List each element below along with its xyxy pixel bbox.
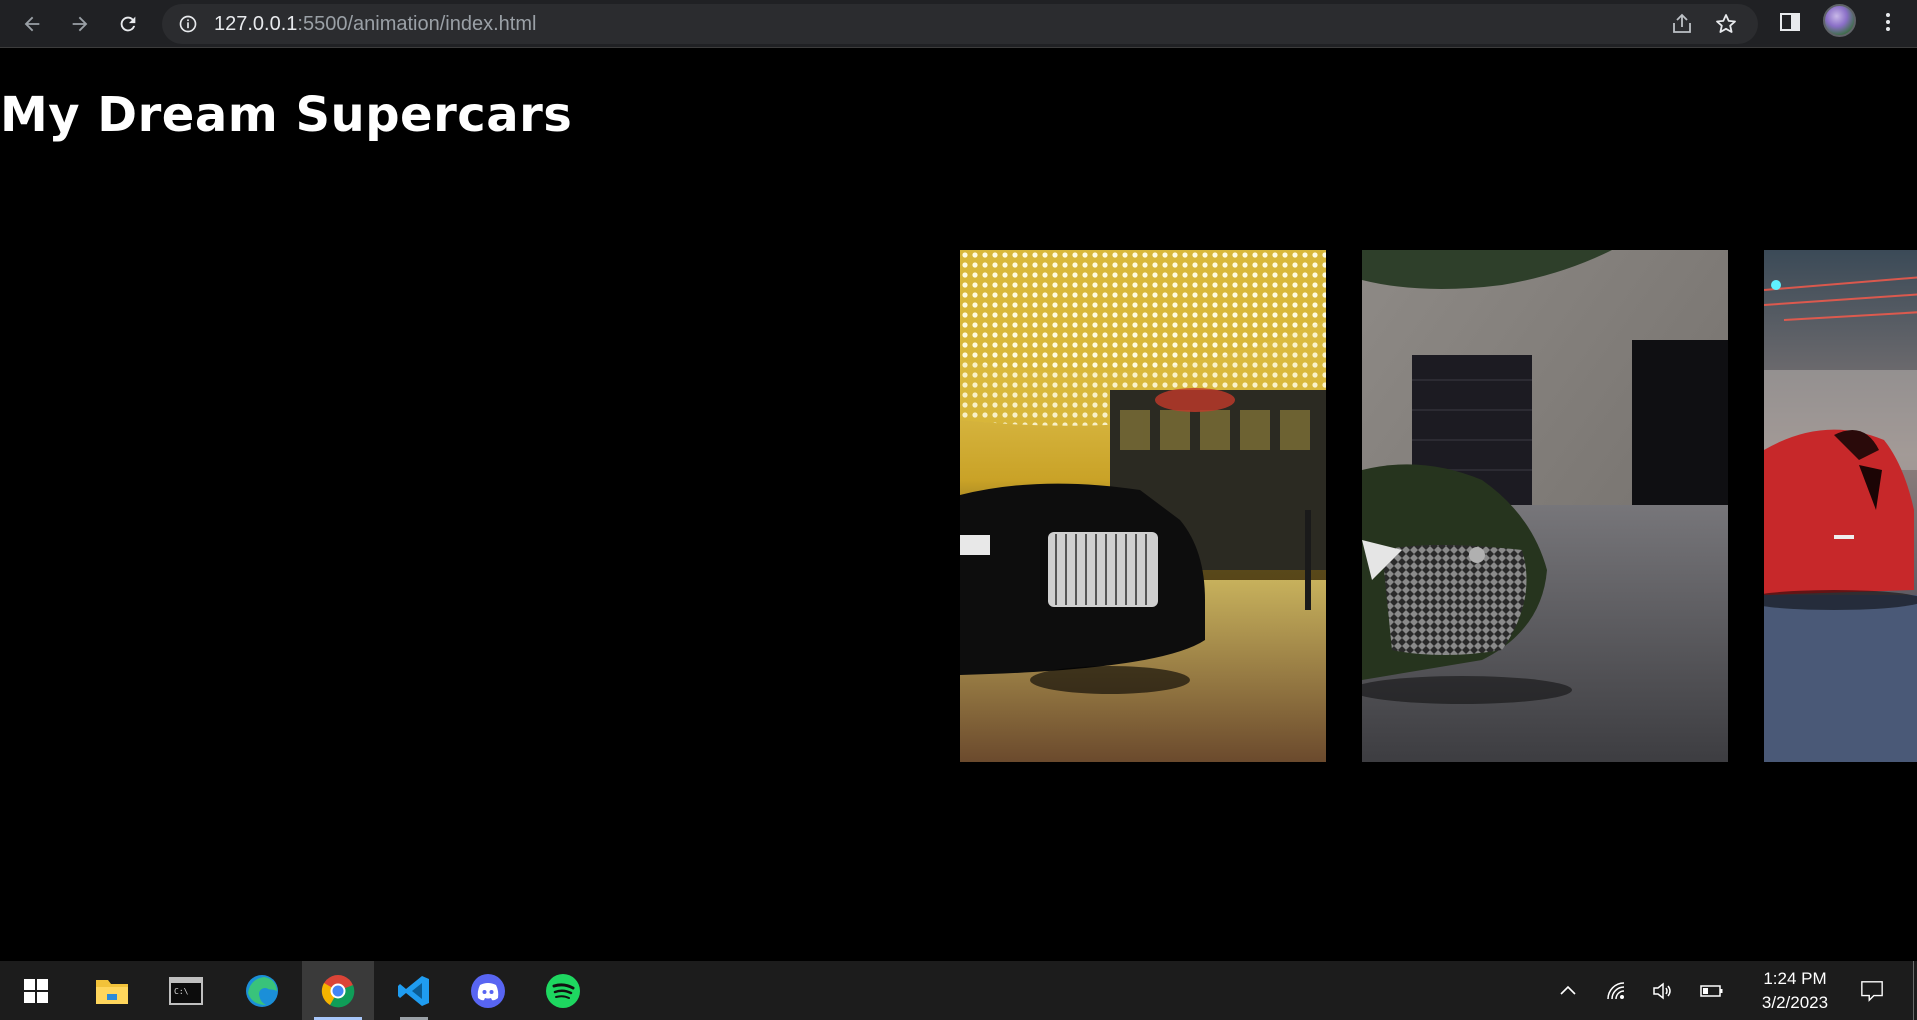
- speaker-icon: [1653, 982, 1671, 1000]
- taskbar-clock[interactable]: 1:24 PM 3/2/2023: [1740, 967, 1850, 1015]
- arrow-right-icon: [72, 16, 88, 32]
- info-circle-icon[interactable]: [178, 14, 198, 34]
- car-card-red-supercar: [1764, 250, 1917, 762]
- browser-menu-button[interactable]: [1874, 8, 1902, 36]
- share-icon[interactable]: [1670, 12, 1694, 36]
- taskbar-vscode[interactable]: [378, 961, 450, 1020]
- edge-browser-icon: [246, 974, 278, 1007]
- discord-icon: [471, 973, 505, 1008]
- url-path: :5500/animation/index.html: [297, 13, 537, 35]
- car-image: [1764, 250, 1917, 762]
- clock-time: 1:24 PM: [1763, 969, 1827, 988]
- car-image: [960, 250, 1326, 762]
- start-button[interactable]: [0, 961, 72, 1020]
- url-text[interactable]: 127.0.0.1:5500/animation/index.html: [214, 13, 536, 36]
- side-panel-icon: [1780, 13, 1800, 31]
- arrow-left-icon: [24, 16, 40, 32]
- browser-toolbar: 127.0.0.1:5500/animation/index.html: [0, 0, 1917, 48]
- battery-icon: [1700, 985, 1723, 997]
- taskbar-terminal[interactable]: C:\: [150, 961, 222, 1020]
- tray-volume[interactable]: [1650, 979, 1674, 1003]
- reload-button[interactable]: [110, 6, 146, 42]
- page-title: My Dream Supercars: [0, 87, 573, 143]
- back-button[interactable]: [14, 6, 50, 42]
- side-panel-button[interactable]: [1776, 8, 1804, 36]
- refresh-icon: [120, 16, 136, 32]
- car-card-lexus: [1362, 250, 1728, 762]
- folder-icon: [96, 979, 128, 1004]
- profile-avatar[interactable]: [1823, 4, 1856, 37]
- car-card-rolls-royce: [960, 250, 1326, 762]
- command-prompt-icon: C:\: [169, 976, 203, 1005]
- forward-button[interactable]: [62, 6, 98, 42]
- car-image: [1362, 250, 1728, 762]
- chrome-browser-icon: [321, 974, 355, 1007]
- star-icon[interactable]: [1714, 12, 1738, 36]
- taskbar-discord[interactable]: [452, 961, 524, 1020]
- address-bar[interactable]: 127.0.0.1:5500/animation/index.html: [162, 4, 1758, 44]
- taskbar-spotify[interactable]: [527, 961, 599, 1020]
- taskbar: C:\ 1:24 PM 3/2/2023: [0, 961, 1917, 1020]
- vscode-icon: [398, 975, 429, 1006]
- page-viewport: My Dream Supercars: [0, 49, 1917, 961]
- tray-battery[interactable]: [1700, 979, 1724, 1003]
- taskbar-file-explorer[interactable]: [76, 961, 148, 1020]
- svg-text:C:\: C:\: [174, 987, 189, 996]
- tray-network[interactable]: [1604, 979, 1628, 1003]
- taskbar-chrome[interactable]: [302, 961, 374, 1020]
- notification-icon: [1861, 981, 1883, 1002]
- clock-date: 3/2/2023: [1761, 993, 1829, 1012]
- taskbar-edge[interactable]: [226, 961, 298, 1020]
- tray-overflow-chevron[interactable]: [1556, 979, 1580, 1003]
- chevron-up-icon: [1560, 985, 1576, 995]
- url-host: 127.0.0.1: [214, 13, 298, 35]
- show-desktop-button[interactable]: [1913, 961, 1914, 1020]
- kebab-vertical-icon: [1886, 13, 1890, 31]
- windows-logo-icon: [24, 978, 48, 1003]
- spotify-icon: [546, 973, 580, 1008]
- wifi-icon: [1607, 982, 1625, 1000]
- notification-center-button[interactable]: [1860, 979, 1884, 1003]
